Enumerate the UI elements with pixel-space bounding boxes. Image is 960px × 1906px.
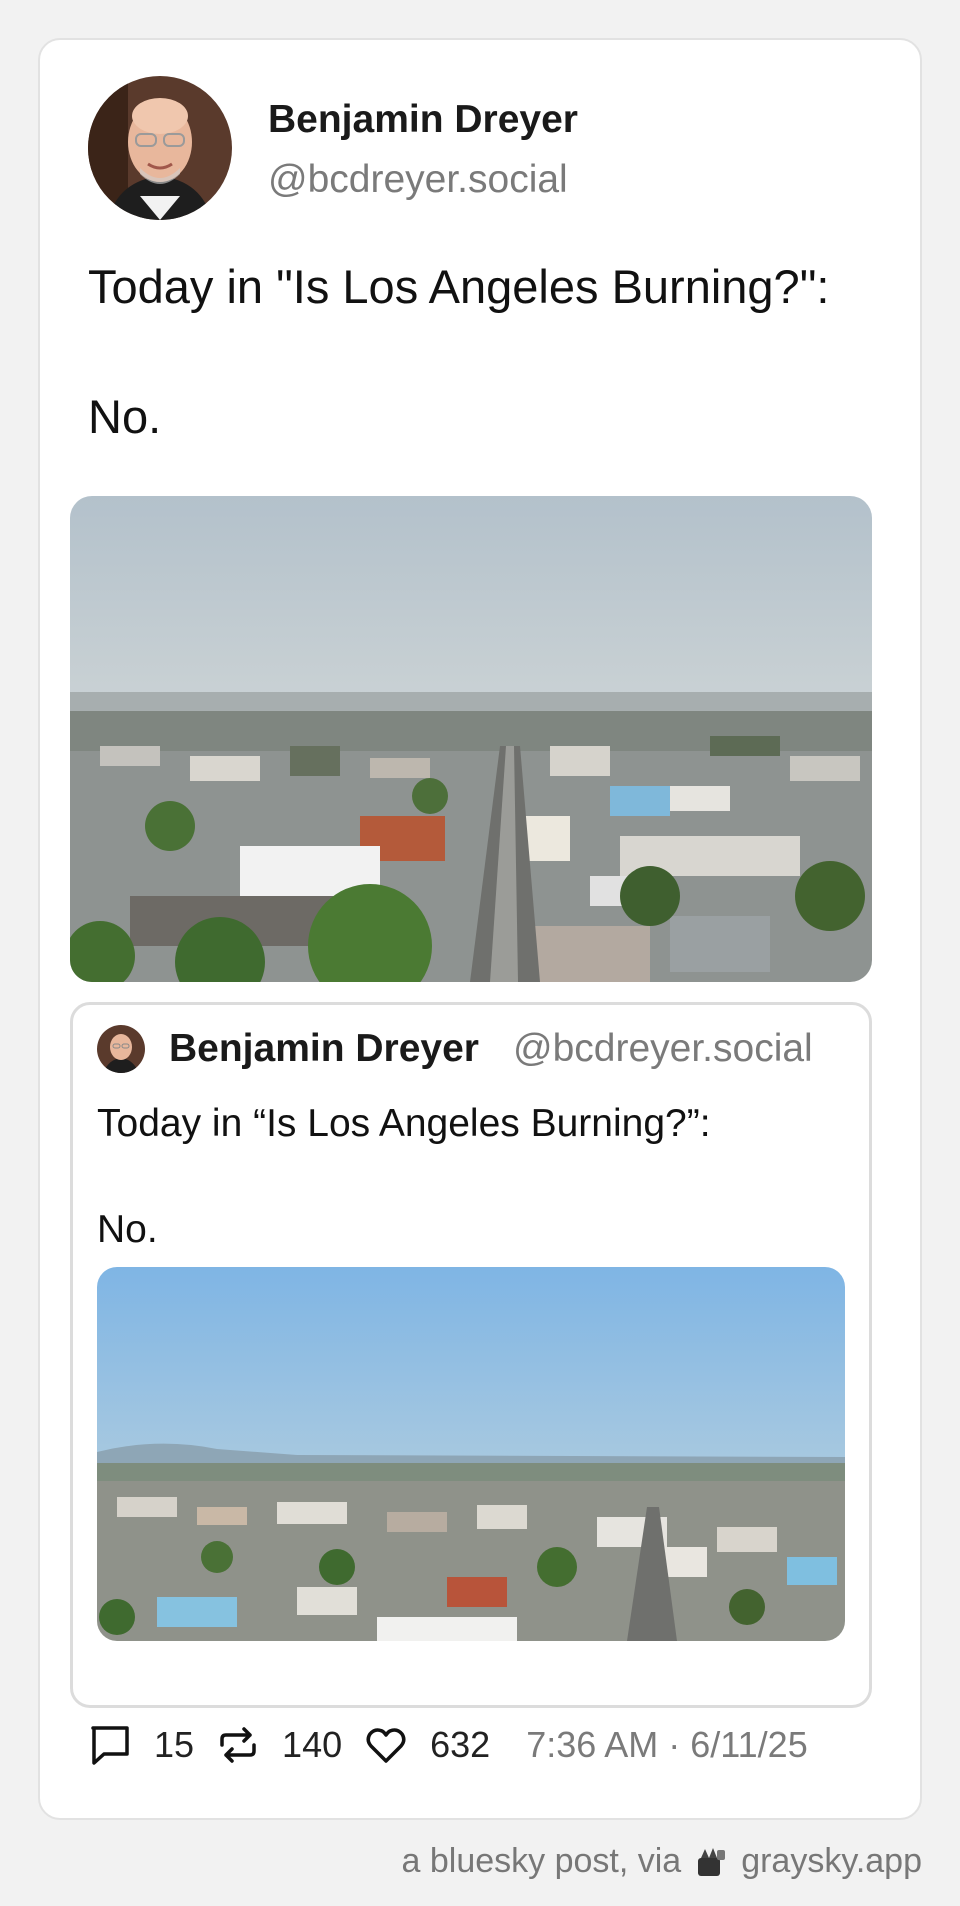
post-timestamp[interactable]: 7:36 AM · 6/11/25 xyxy=(526,1724,808,1766)
quoted-author-name[interactable]: Benjamin Dreyer xyxy=(169,1027,479,1071)
graysky-logo-icon xyxy=(693,1844,729,1880)
post-image[interactable] xyxy=(70,496,872,982)
author-handle[interactable]: @bcdreyer.social xyxy=(268,158,568,202)
footer-text: a bluesky post, via xyxy=(401,1842,682,1880)
author-name[interactable]: Benjamin Dreyer xyxy=(268,98,578,142)
footer-attribution: a bluesky post, via graysky.app xyxy=(402,1842,923,1881)
quoted-post-image[interactable] xyxy=(97,1267,845,1641)
repost-arrows-icon[interactable] xyxy=(216,1723,260,1767)
quoted-post-text: Today in “Is Los Angeles Burning?”: No. xyxy=(97,1102,711,1251)
repost-count: 140 xyxy=(282,1724,343,1765)
quoted-post[interactable]: Benjamin Dreyer @bcdreyer.social Today i… xyxy=(70,1002,872,1708)
quoted-author-handle[interactable]: @bcdreyer.social xyxy=(513,1027,813,1071)
reply-count: 15 xyxy=(154,1724,195,1765)
quoted-author-avatar[interactable] xyxy=(97,1025,145,1073)
author-avatar[interactable] xyxy=(88,76,232,220)
speech-bubble-icon[interactable] xyxy=(88,1723,132,1767)
post-card: Benjamin Dreyer @bcdreyer.social Today i… xyxy=(38,38,922,1820)
post-stats: 15 140 632 7:36 AM · 6/11/25 xyxy=(88,1718,808,1772)
post-text: Today in "Is Los Angeles Burning?": No. xyxy=(88,260,830,443)
footer-app-link[interactable]: graysky.app xyxy=(741,1842,922,1881)
heart-icon[interactable] xyxy=(364,1723,408,1767)
like-count: 632 xyxy=(430,1724,491,1765)
